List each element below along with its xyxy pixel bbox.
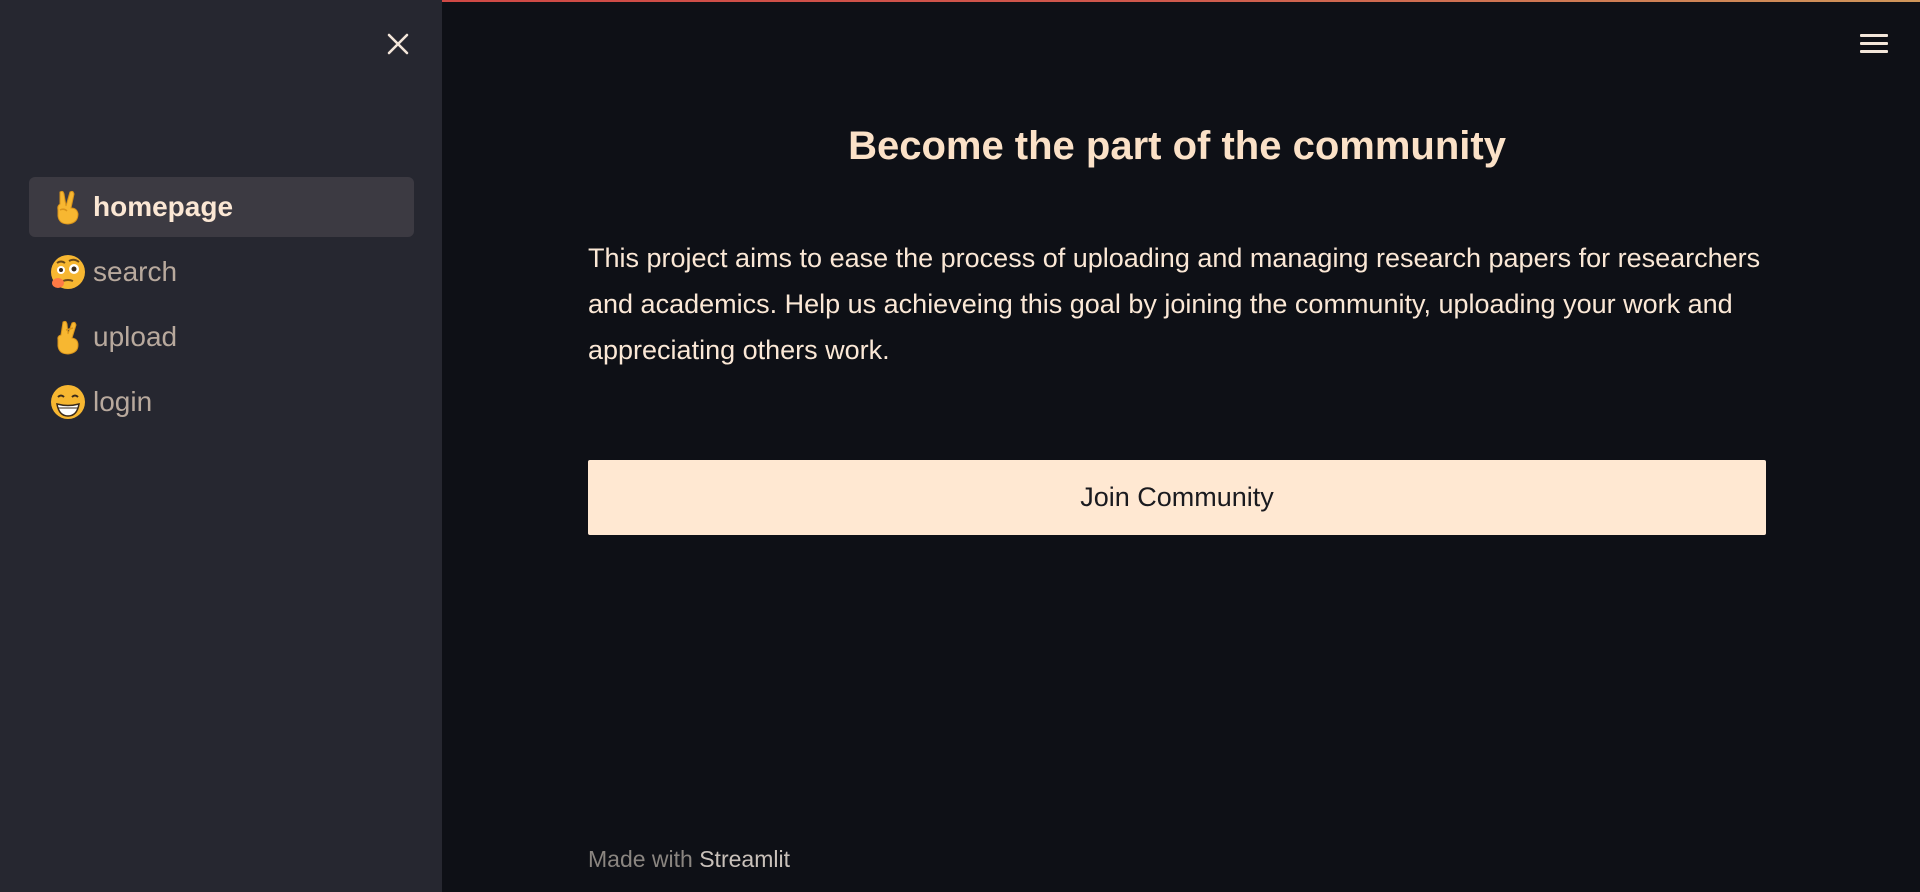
sidebar-nav: homepage search upload login <box>29 177 414 437</box>
victory-hand-icon <box>49 188 87 226</box>
sidebar-item-label: homepage <box>93 191 234 222</box>
sidebar-item-upload[interactable]: upload <box>29 307 414 367</box>
page-description: This project aims to ease the process of… <box>588 243 1761 365</box>
footer-made-with: Made with <box>588 846 693 872</box>
main-menu-button[interactable] <box>1860 28 1894 58</box>
sidebar-item-label: login <box>93 386 153 417</box>
sidebar: homepage search upload login <box>0 0 442 892</box>
close-icon <box>387 33 409 55</box>
sidebar-item-search[interactable]: search <box>29 242 414 302</box>
footer: Made with Streamlit <box>588 846 790 873</box>
hamburger-icon-bar <box>1860 33 1888 37</box>
close-sidebar-button[interactable] <box>382 28 414 60</box>
sidebar-item-homepage[interactable]: homepage <box>29 177 414 237</box>
face-with-raised-eyebrow-icon <box>49 253 87 291</box>
sidebar-item-login[interactable]: login <box>29 372 414 432</box>
main-content: Become the part of the community This pr… <box>588 0 1766 892</box>
crossed-fingers-icon <box>49 318 87 356</box>
sidebar-item-label: upload <box>93 321 178 352</box>
join-community-button[interactable]: Join Community <box>588 460 1766 535</box>
grinning-face-icon <box>49 383 87 421</box>
app-root: homepage search upload login Become the … <box>0 0 1920 892</box>
page-title: Become the part of the community <box>848 124 1506 168</box>
hamburger-icon-bar <box>1860 49 1888 53</box>
footer-brand-link[interactable]: Streamlit <box>699 846 790 872</box>
sidebar-item-label: search <box>93 256 178 287</box>
hamburger-icon-bar <box>1860 41 1888 45</box>
